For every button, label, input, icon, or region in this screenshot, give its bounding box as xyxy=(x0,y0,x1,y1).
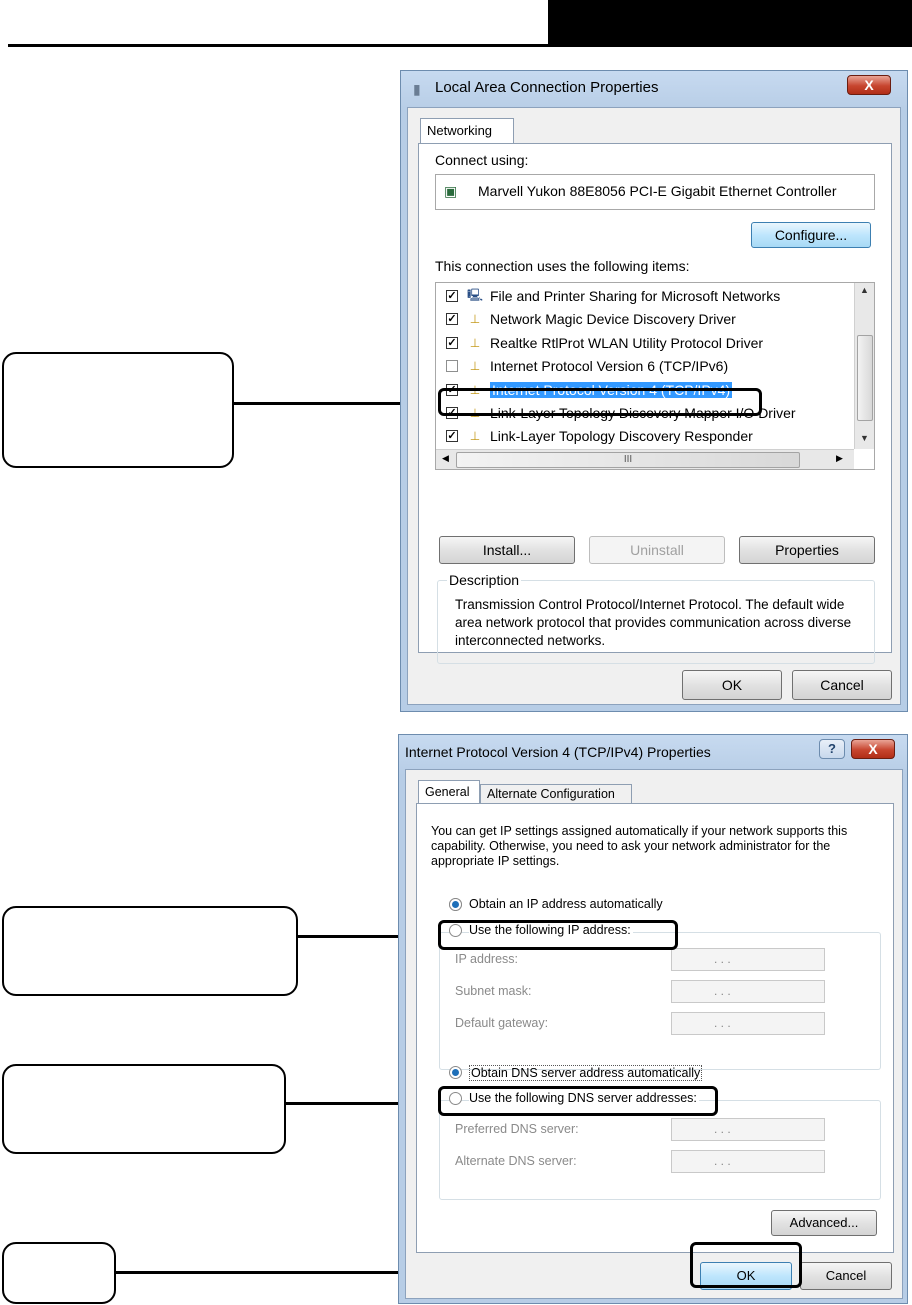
help-button[interactable]: ? xyxy=(819,739,845,759)
item-checkbox[interactable]: ✓ xyxy=(446,290,458,302)
general-panel: You can get IP settings assigned automat… xyxy=(416,803,894,1253)
items-hscroll-thumb[interactable]: III xyxy=(456,452,800,468)
item-checkbox[interactable]: ✓ xyxy=(446,336,458,349)
callout-use-ip xyxy=(2,906,298,996)
properties-button[interactable]: Properties xyxy=(739,536,875,564)
list-item[interactable]: ✓ ⊥ Link-Layer Topology Discovery Responde… xyxy=(446,425,753,447)
scroll-up-icon[interactable]: ▲ xyxy=(860,285,869,295)
item-label: File and Printer Sharing for Microsoft N… xyxy=(490,288,781,304)
header-rule xyxy=(8,44,548,47)
list-item[interactable]: ✓ ⊥ Network Magic Device Discovery Driver xyxy=(446,308,736,330)
list-item[interactable]: ✓ ⊥ Realtke RtlProt WLAN Utility Protocol … xyxy=(446,332,763,354)
items-list[interactable]: ✓ 🖳 File and Printer Sharing for Microsoft… xyxy=(435,282,875,470)
alternate-dns-label: Alternate DNS server: xyxy=(455,1154,577,1168)
adapter-icon: ▣ xyxy=(444,183,458,199)
subnet-mask-input: . . . xyxy=(671,980,825,1003)
description-text: Transmission Control Protocol/Internet P… xyxy=(455,597,852,648)
item-label: Internet Protocol Version 6 (TCP/IPv6) xyxy=(490,358,729,375)
ipv4-cancel-button[interactable]: Cancel xyxy=(800,1262,892,1290)
lan-close-button[interactable]: X xyxy=(847,75,891,95)
item-checkbox[interactable] xyxy=(446,360,458,373)
highlight-ok-button xyxy=(690,1242,802,1288)
configure-button[interactable]: Configure... xyxy=(751,222,871,248)
adapter-name: Marvell Yukon 88E8056 PCI-E Gigabit Ethe… xyxy=(478,183,837,199)
highlight-use-following-ip xyxy=(438,920,678,950)
preferred-dns-input: . . . xyxy=(671,1118,825,1141)
highlight-use-following-dns xyxy=(438,1086,718,1116)
items-label: This connection uses the following items… xyxy=(435,258,690,274)
item-label: Network Magic Device Discovery Driver xyxy=(490,311,736,328)
ipv4-window-title: Internet Protocol Version 4 (TCP/IPv4) P… xyxy=(405,744,711,760)
computer-icon: 🖳 xyxy=(466,287,483,302)
highlight-ipv4-item xyxy=(438,388,762,416)
items-hscroll[interactable]: ◀ III ▶ xyxy=(436,449,854,469)
header-block xyxy=(548,0,912,47)
ip-address-label: IP address: xyxy=(455,952,519,966)
list-item[interactable]: ✓ 🖳 File and Printer Sharing for Microsoft… xyxy=(446,285,780,307)
tab-general[interactable]: General xyxy=(418,780,480,804)
alternate-dns-input: . . . xyxy=(671,1150,825,1173)
list-item[interactable]: ⊥ Internet Protocol Version 6 (TCP/IPv6) xyxy=(446,355,728,377)
connect-using-label: Connect using: xyxy=(435,152,529,168)
network-protocol-icon: ⊥ xyxy=(469,429,481,444)
item-checkbox[interactable]: ✓ xyxy=(446,430,458,443)
adapter-box: ▣ Marvell Yukon 88E8056 PCI-E Gigabit Et… xyxy=(435,174,875,210)
subnet-mask-label: Subnet mask: xyxy=(455,984,532,998)
items-vscroll[interactable]: ▲ ▼ xyxy=(854,283,874,449)
lan-cancel-button[interactable]: Cancel xyxy=(792,670,892,700)
radio-obtain-dns-auto[interactable] xyxy=(449,1066,462,1079)
default-gateway-input: . . . xyxy=(671,1012,825,1035)
network-protocol-icon: ⊥ xyxy=(469,312,481,327)
default-gateway-label: Default gateway: xyxy=(455,1016,549,1030)
scroll-down-icon[interactable]: ▼ xyxy=(860,433,869,443)
lan-window-title: Local Area Connection Properties xyxy=(435,79,659,96)
intro-text: You can get IP settings assigned automat… xyxy=(431,824,848,868)
ipv4-close-button[interactable]: X xyxy=(851,739,895,759)
obtain-dns-auto-label[interactable]: Obtain DNS server address automatically xyxy=(469,1065,703,1081)
ipv4-properties-window: Internet Protocol Version 4 (TCP/IPv4) P… xyxy=(398,734,908,1304)
tab-networking[interactable]: Networking xyxy=(420,118,514,144)
scroll-right-icon[interactable]: ▶ xyxy=(836,453,843,464)
install-button[interactable]: Install... xyxy=(439,536,575,564)
network-protocol-icon: ⊥ xyxy=(469,359,481,374)
radio-obtain-ip-auto-dot xyxy=(449,898,462,911)
item-label: Link-Layer Topology Discovery Responder xyxy=(490,428,753,445)
obtain-ip-auto-label[interactable]: Obtain an IP address automatically xyxy=(469,897,663,911)
items-vscroll-thumb[interactable] xyxy=(857,335,873,421)
item-label: Realtke RtlProt WLAN Utility Protocol Dr… xyxy=(490,334,764,351)
hscroll-grip: III xyxy=(623,454,633,465)
scroll-left-icon[interactable]: ◀ xyxy=(442,453,449,464)
preferred-dns-label: Preferred DNS server: xyxy=(455,1122,579,1136)
callout-ipv4 xyxy=(2,352,234,468)
description-label: Description xyxy=(447,572,522,588)
callout-ok xyxy=(2,1242,116,1304)
network-icon: ▮ xyxy=(413,81,421,97)
network-protocol-icon: ⊥ xyxy=(469,335,481,350)
ip-address-input: . . . xyxy=(671,948,825,971)
uninstall-button: Uninstall xyxy=(589,536,725,564)
lan-ok-button[interactable]: OK xyxy=(682,670,782,700)
item-checkbox[interactable]: ✓ xyxy=(446,313,458,326)
callout-use-dns xyxy=(2,1064,286,1154)
ipv4-client-area: General Alternate Configuration You can … xyxy=(405,769,903,1299)
tab-alternate-configuration[interactable]: Alternate Configuration xyxy=(480,784,632,804)
advanced-button[interactable]: Advanced... xyxy=(771,1210,877,1236)
